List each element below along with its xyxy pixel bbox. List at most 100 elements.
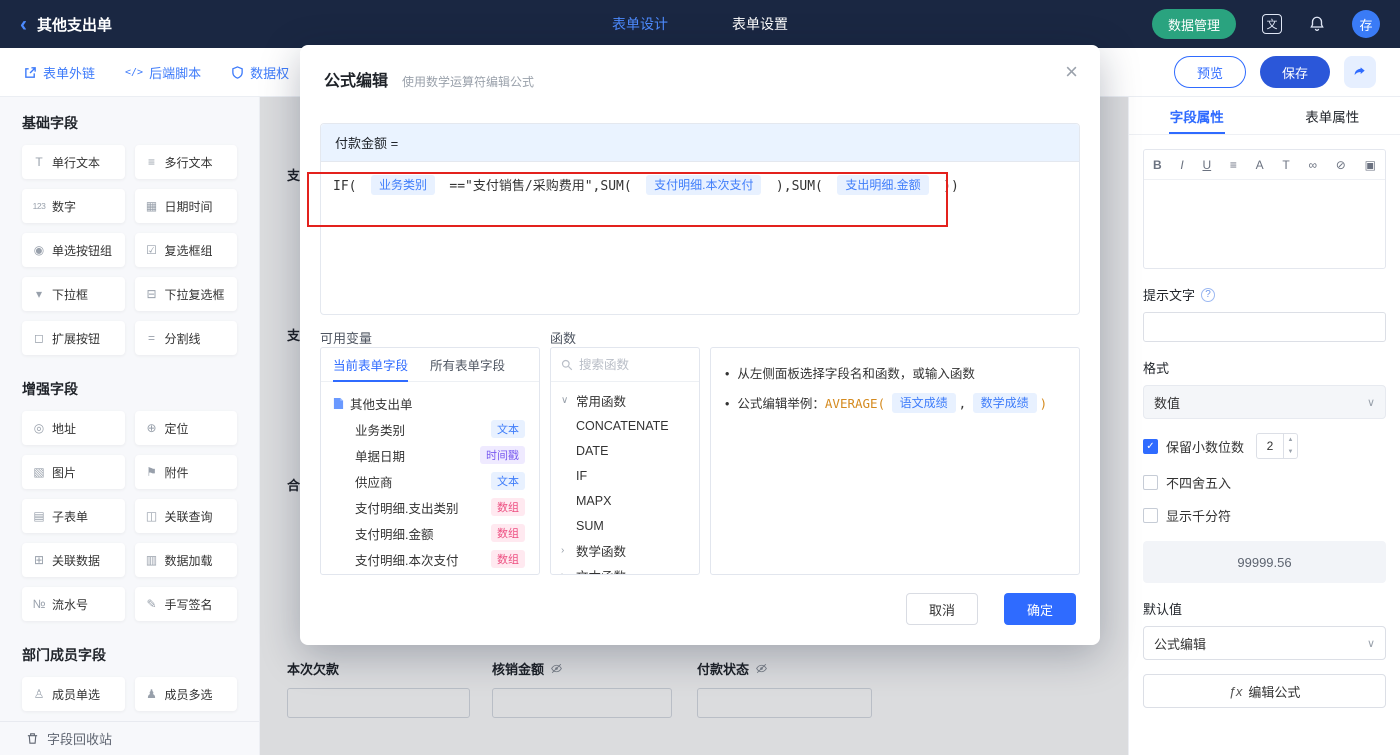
notification-bell-icon[interactable] bbox=[1308, 15, 1326, 33]
data-manage-button[interactable]: 数据管理 bbox=[1151, 9, 1236, 39]
checkbox-unchecked-icon[interactable] bbox=[1143, 475, 1158, 490]
cancel-button[interactable]: 取消 bbox=[906, 593, 978, 625]
user-avatar[interactable]: 存 bbox=[1352, 10, 1380, 38]
help-example-suffix: ) bbox=[1039, 396, 1048, 411]
field-type-button[interactable]: ◎ 地址 bbox=[22, 411, 125, 445]
field-type-button[interactable]: ⚑ 附件 bbox=[134, 455, 237, 489]
function-item[interactable]: IF bbox=[551, 463, 699, 488]
preview-button[interactable]: 预览 bbox=[1173, 56, 1246, 88]
field-type-button[interactable]: ◫ 关联查询 bbox=[134, 499, 237, 533]
function-group-common[interactable]: ∨ 常用函数 bbox=[551, 388, 699, 413]
field-type-button[interactable]: ⊟ 下拉复选框 bbox=[134, 277, 237, 311]
function-group-math[interactable]: › 数学函数 bbox=[551, 538, 699, 563]
tab-all-form-fields[interactable]: 所有表单字段 bbox=[430, 348, 505, 381]
tab-form-properties[interactable]: 表单属性 bbox=[1265, 97, 1400, 134]
edit-formula-button[interactable]: ƒx 编辑公式 bbox=[1143, 674, 1386, 708]
stepper-up-icon[interactable]: ▲ bbox=[1284, 434, 1297, 446]
tree-root-form[interactable]: 其他支出单 bbox=[329, 390, 531, 416]
formula-part[interactable]: 支付明细.本次支付 bbox=[646, 175, 762, 195]
function-item[interactable]: CONCATENATE bbox=[551, 413, 699, 438]
field-type-button[interactable]: ♙ 成员单选 bbox=[22, 677, 125, 711]
decimal-stepper[interactable]: 2 ▲ ▼ bbox=[1256, 433, 1299, 459]
variable-row[interactable]: 业务类别 文本 bbox=[329, 416, 531, 442]
align-icon[interactable]: ≡ bbox=[1230, 158, 1237, 172]
no-round-checkbox-row[interactable]: 不四舍五入 bbox=[1143, 473, 1386, 492]
field-type-button[interactable]: ✎ 手写签名 bbox=[134, 587, 237, 621]
font-size-icon[interactable]: T bbox=[1282, 158, 1289, 172]
toolbar-actions: 预览 保存 bbox=[1173, 56, 1376, 88]
title-richtext-area[interactable] bbox=[1144, 180, 1385, 268]
variable-row[interactable]: 支付明细.本次支付 数组 bbox=[329, 546, 531, 572]
format-label: 格式 bbox=[1143, 361, 1170, 376]
function-group-text[interactable]: › 文本函数 bbox=[551, 563, 699, 574]
variable-row[interactable]: 单据日期 时间戳 bbox=[329, 442, 531, 468]
field-type-button[interactable]: = 分割线 bbox=[134, 321, 237, 355]
font-color-icon[interactable]: A bbox=[1256, 158, 1264, 172]
close-icon[interactable]: × bbox=[1065, 61, 1078, 83]
image-icon[interactable]: ▣ bbox=[1365, 158, 1376, 172]
tab-form-settings[interactable]: 表单设置 bbox=[732, 14, 788, 34]
link-icon[interactable]: ∞ bbox=[1308, 158, 1317, 172]
field-type-button[interactable]: ⊞ 关联数据 bbox=[22, 543, 125, 577]
formula-part[interactable]: =="支付销售/采购费用",SUM( bbox=[442, 179, 640, 194]
field-type-button[interactable]: 123 数字 bbox=[22, 189, 125, 223]
variable-row[interactable]: 支付明细.金额 数组 bbox=[329, 520, 531, 546]
function-item[interactable]: MAPX bbox=[551, 488, 699, 513]
checkbox-checked-icon[interactable]: ✓ bbox=[1143, 438, 1158, 454]
field-type-button[interactable]: ◻ 扩展按钮 bbox=[22, 321, 125, 355]
formula-part[interactable]: ),SUM( bbox=[768, 179, 831, 194]
format-select-value: 数值 bbox=[1154, 395, 1181, 411]
italic-icon[interactable]: I bbox=[1180, 158, 1183, 172]
field-type-button[interactable]: ⊕ 定位 bbox=[134, 411, 237, 445]
variable-name: 支付明细.金额 bbox=[355, 527, 434, 542]
stepper-down-icon[interactable]: ▼ bbox=[1284, 446, 1297, 458]
decimal-checkbox-row[interactable]: ✓ 保留小数位数 2 ▲ ▼ bbox=[1143, 433, 1386, 459]
formula-part[interactable]: IF( bbox=[333, 179, 364, 194]
hint-text-input[interactable] bbox=[1143, 312, 1386, 342]
field-type-icon: ▦ bbox=[145, 199, 158, 213]
properties-tabs: 字段属性 表单属性 bbox=[1129, 97, 1400, 135]
field-type-button[interactable]: ▾ 下拉框 bbox=[22, 277, 125, 311]
back-chevron-icon[interactable]: ‹ bbox=[20, 14, 27, 35]
field-type-button[interactable]: T 单行文本 bbox=[22, 145, 125, 179]
tab-form-design[interactable]: 表单设计 bbox=[612, 14, 668, 34]
function-item[interactable]: SUM bbox=[551, 513, 699, 538]
formula-part[interactable]: 业务类别 bbox=[370, 175, 435, 195]
data-permission-link[interactable]: 数据权 bbox=[231, 63, 289, 82]
variable-row[interactable]: 支付明细.支出类别 数组 bbox=[329, 494, 531, 520]
format-select[interactable]: 数值 ∨ bbox=[1143, 385, 1386, 419]
function-item[interactable]: DATE bbox=[551, 438, 699, 463]
field-type-button[interactable]: ▥ 数据加载 bbox=[134, 543, 237, 577]
field-type-button[interactable]: ◉ 单选按钮组 bbox=[22, 233, 125, 267]
field-type-icon: ≡ bbox=[147, 155, 155, 169]
thousand-sep-checkbox-row[interactable]: 显示千分符 bbox=[1143, 506, 1386, 525]
save-button[interactable]: 保存 bbox=[1259, 56, 1330, 88]
form-external-link[interactable]: 表单外链 bbox=[24, 63, 95, 82]
confirm-button[interactable]: 确定 bbox=[1004, 593, 1076, 625]
formula-part[interactable]: 支出明细.金额 bbox=[837, 175, 929, 195]
unlink-icon[interactable]: ⊘ bbox=[1336, 158, 1346, 172]
field-type-icon: ☑ bbox=[146, 243, 157, 257]
field-type-button[interactable]: № 流水号 bbox=[22, 587, 125, 621]
field-type-button[interactable]: ▧ 图片 bbox=[22, 455, 125, 489]
field-recycle-bin[interactable]: 字段回收站 bbox=[0, 721, 259, 755]
variable-row[interactable]: 供应商 文本 bbox=[329, 468, 531, 494]
language-icon[interactable]: 文 bbox=[1262, 14, 1282, 34]
field-type-button[interactable]: ♟ 成员多选 bbox=[134, 677, 237, 711]
share-button[interactable] bbox=[1344, 56, 1376, 88]
field-type-button[interactable]: ▤ 子表单 bbox=[22, 499, 125, 533]
tab-field-properties[interactable]: 字段属性 bbox=[1129, 97, 1265, 134]
underline-icon[interactable]: U bbox=[1202, 158, 1211, 172]
field-type-button[interactable]: ▦ 日期时间 bbox=[134, 189, 237, 223]
formula-part[interactable]: )) bbox=[935, 179, 959, 194]
checkbox-unchecked-icon[interactable] bbox=[1143, 508, 1158, 523]
field-type-button[interactable]: ☑ 复选框组 bbox=[134, 233, 237, 267]
default-value-select[interactable]: 公式编辑 ∨ bbox=[1143, 626, 1386, 660]
help-icon[interactable]: ? bbox=[1201, 287, 1216, 302]
tab-current-form-fields[interactable]: 当前表单字段 bbox=[333, 348, 409, 382]
field-type-button[interactable]: ≡ 多行文本 bbox=[134, 145, 237, 179]
formula-editor[interactable]: IF( 业务类别 =="支付销售/采购费用",SUM( 支付明细.本次支付 ),… bbox=[321, 162, 1079, 314]
backend-script-link[interactable]: </> 后端脚本 bbox=[125, 63, 201, 82]
function-search-input[interactable] bbox=[579, 357, 689, 372]
bold-icon[interactable]: B bbox=[1153, 158, 1162, 172]
